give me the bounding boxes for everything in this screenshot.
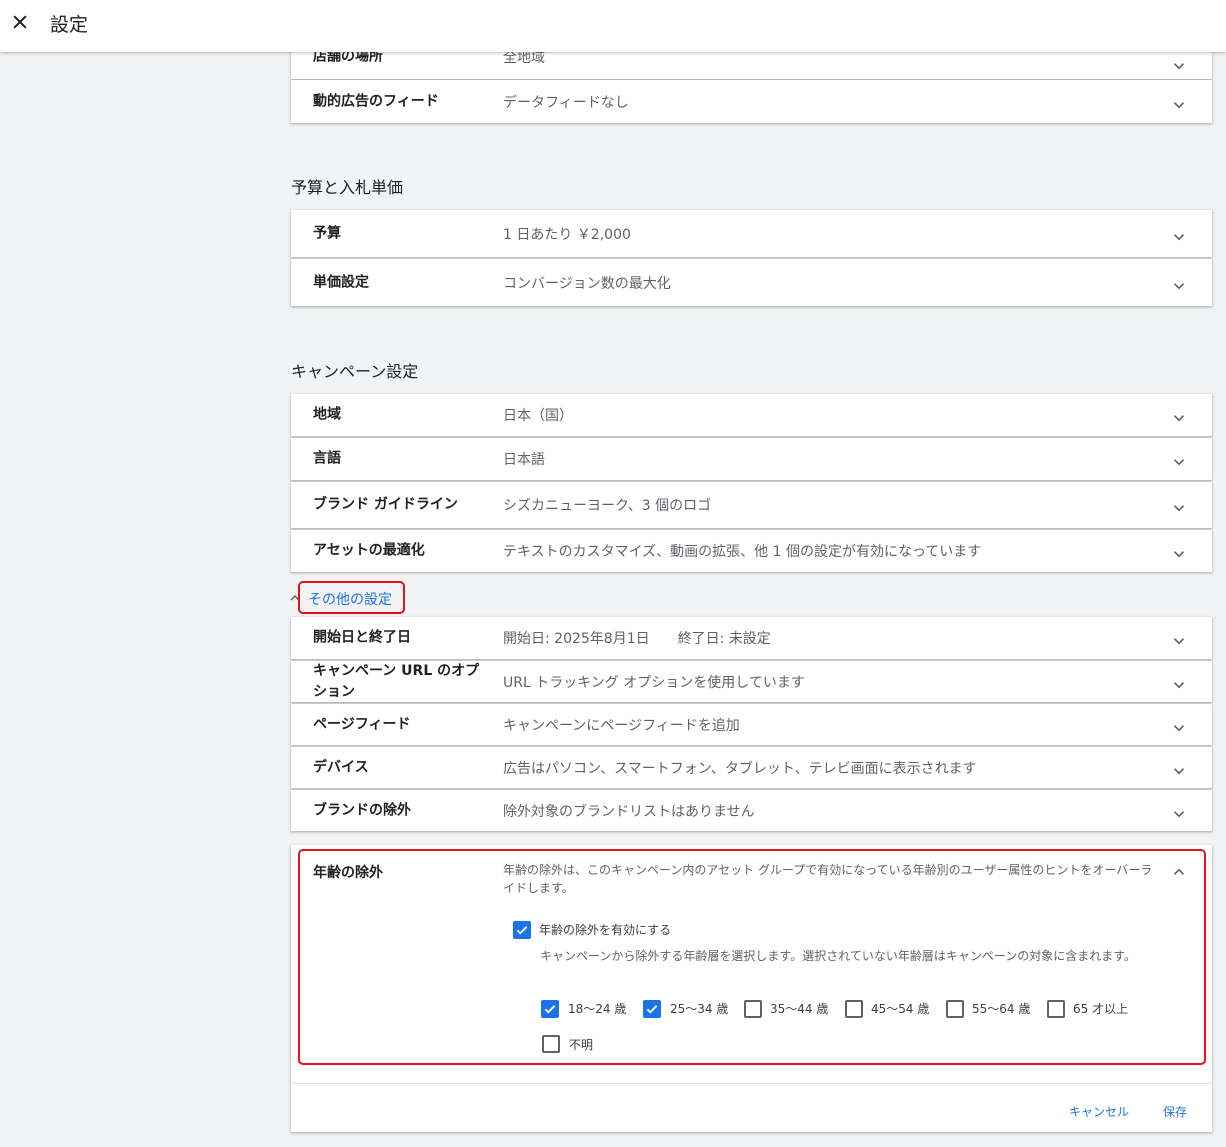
age-checkbox-55-64[interactable] [946,1000,964,1018]
age-option-label: 35〜44 歳 [770,1002,829,1016]
row-value: 除外対象のブランドリストはありません [503,803,755,820]
row-devices[interactable]: デバイス 広告はパソコン、スマートフォン、タブレット、テレビ画面に表示されます [291,747,1212,788]
section-title-budget: 予算と入札単価 [291,178,404,197]
row-label: 開始日と終了日 [313,629,411,646]
row-label: 単価設定 [313,274,369,290]
row-label: キャンペーン URL のオプション [313,662,480,700]
row-value: 広告はパソコン、スマートフォン、タブレット、テレビ画面に表示されます [503,760,977,777]
row-value: データフィードなし [503,94,629,111]
check-icon [646,1005,658,1014]
row-label: アセットの最適化 [313,542,425,559]
row-dynamic-ad-feed[interactable]: 動的広告のフィード データフィードなし [291,80,1212,123]
settings-content: 店舗の場所 全地域 動的広告のフィード データフィードなし 予算と入札単価 予算… [0,0,1226,1147]
row-campaign-url-options[interactable]: キャンペーン URL のオプション URL トラッキング オプションを使用してい… [291,661,1212,702]
row-value: 開始日: 2025年8月1日 終了日: 未設定 [503,631,771,647]
chevron-down-icon[interactable] [1170,762,1188,780]
chevron-down-icon[interactable] [1170,545,1188,563]
row-location[interactable]: 地域 日本（国） [291,394,1212,436]
row-label: 地域 [313,406,341,423]
page-title: 設定 [50,14,89,36]
section-title-campaign: キャンペーン設定 [291,362,419,381]
age-option-label: 18〜24 歳 [568,1002,627,1016]
chevron-down-icon[interactable] [1170,409,1188,427]
age-checkbox-65-plus[interactable] [1047,1000,1065,1018]
row-asset-optimization[interactable]: アセットの最適化 テキストのカスタマイズ、動画の拡張、他 1 個の設定が有効にな… [291,530,1212,572]
row-value: 1 日あたり ￥2,000 [503,226,631,243]
row-budget[interactable]: 予算 1 日あたり ￥2,000 [291,210,1212,257]
chevron-down-icon[interactable] [1170,453,1188,471]
cancel-button[interactable]: キャンセル [1069,1103,1129,1120]
age-exclusion-label: 年齢の除外 [313,865,383,881]
enable-age-exclusion-label: 年齢の除外を有効にする [539,923,672,937]
age-checkbox-25-34[interactable] [643,1000,661,1018]
age-checkbox-35-44[interactable] [744,1000,762,1018]
age-option-label: 25〜34 歳 [670,1002,729,1016]
row-brand-exclusions[interactable]: ブランドの除外 除外対象のブランドリストはありません [291,790,1212,831]
age-select-description: キャンペーンから除外する年齢層を選択します。選択されていない年齢層はキャンペーン… [540,949,1137,963]
row-value: キャンペーンにページフィードを追加 [503,717,740,734]
chevron-up-icon [290,594,300,601]
chevron-down-icon[interactable] [1170,499,1188,517]
age-checkbox-unknown[interactable] [542,1035,560,1053]
row-start-end-date[interactable]: 開始日と終了日 開始日: 2025年8月1日 終了日: 未設定 [291,617,1212,659]
chevron-down-icon[interactable] [1170,277,1188,295]
chevron-down-icon[interactable] [1170,676,1188,694]
enable-age-exclusion-checkbox[interactable] [513,921,531,939]
chevron-down-icon[interactable] [1170,96,1188,114]
chevron-down-icon[interactable] [1170,228,1188,246]
row-label: 言語 [313,450,341,467]
age-checkbox-18-24[interactable] [541,1000,559,1018]
age-checkbox-45-54[interactable] [845,1000,863,1018]
age-option-label: 65 才以上 [1073,1002,1129,1016]
row-value: シズカニューヨーク、3 個のロゴ [503,498,712,514]
row-label: ブランドの除外 [313,802,411,818]
chevron-down-icon[interactable] [1170,719,1188,737]
age-option-label: 45〜54 歳 [871,1002,930,1016]
more-settings-label: その他の設定 [308,592,392,608]
row-value: 日本語 [503,452,545,468]
row-bidding[interactable]: 単価設定 コンバージョン数の最大化 [291,259,1212,306]
row-value: URL トラッキング オプションを使用しています [503,674,805,691]
row-label: 予算 [313,225,341,241]
age-exclusion-description: 年齢の除外は、このキャンペーン内のアセット グループで有効になっている年齢別のユ… [503,863,1153,895]
save-button[interactable]: 保存 [1163,1103,1187,1120]
row-value: コンバージョン数の最大化 [503,275,671,292]
row-value: 日本（国） [503,408,573,424]
age-exclusion-panel: 年齢の除外 年齢の除外は、このキャンペーン内のアセット グループで有効になってい… [291,845,1212,1132]
age-option-label: 不明 [569,1038,594,1052]
chevron-down-icon[interactable] [1170,632,1188,650]
close-icon[interactable] [10,12,30,32]
row-label: 動的広告のフィード [313,93,439,109]
row-language[interactable]: 言語 日本語 [291,438,1212,480]
chevron-down-icon[interactable] [1170,57,1188,75]
row-page-feed[interactable]: ページフィード キャンペーンにページフィードを追加 [291,704,1212,745]
row-label: デバイス [313,759,369,775]
chevron-up-icon[interactable] [1170,863,1188,881]
row-label: ページフィード [313,716,411,732]
check-icon [516,926,528,935]
top-bar: 設定 [0,0,1226,52]
chevron-down-icon[interactable] [1170,805,1188,823]
age-option-label: 55〜64 歳 [972,1002,1031,1016]
row-label: ブランド ガイドライン [313,496,458,513]
panel-divider [291,1083,1212,1084]
row-brand-guidelines[interactable]: ブランド ガイドライン シズカニューヨーク、3 個のロゴ [291,482,1212,528]
check-icon [544,1005,556,1014]
row-value: テキストのカスタマイズ、動画の拡張、他 1 個の設定が有効になっています [503,544,982,560]
